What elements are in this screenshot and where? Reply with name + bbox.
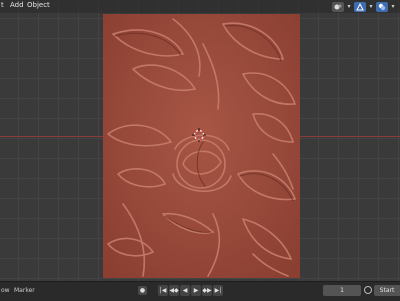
viewport-header: t Add Object ▾ ▾ ▾ xyxy=(0,0,400,13)
jump-to-end-button[interactable]: ▶| xyxy=(213,285,223,296)
overlay-icon[interactable] xyxy=(376,1,388,12)
gizmo-icon[interactable] xyxy=(354,1,366,12)
clock-icon[interactable] xyxy=(364,286,372,294)
play-button[interactable]: ▶ xyxy=(191,285,201,296)
3d-cursor-icon xyxy=(192,128,206,142)
jump-to-next-keyframe-button[interactable]: ◆▶ xyxy=(202,285,212,296)
timeline-marker-menu[interactable]: Marker xyxy=(14,287,35,295)
menu-object[interactable]: Object xyxy=(27,1,50,10)
timeline-view-menu[interactable]: ow xyxy=(1,287,10,295)
3d-viewport[interactable] xyxy=(0,0,400,281)
play-reverse-button[interactable]: ◀ xyxy=(180,285,190,296)
menu-add[interactable]: Add xyxy=(10,1,24,10)
relief-carving-object[interactable] xyxy=(103,14,300,278)
chevron-down-icon[interactable]: ▾ xyxy=(368,3,374,10)
jump-to-start-button[interactable]: |◀ xyxy=(158,285,168,296)
start-frame-field[interactable]: Start xyxy=(374,285,400,296)
shading-object-icon[interactable] xyxy=(332,1,344,12)
playback-controls: |◀ ◀◆ ◀ ▶ ◆▶ ▶| xyxy=(158,285,223,296)
current-frame-field[interactable]: 1 xyxy=(323,285,361,296)
relief-carving-pattern xyxy=(103,14,300,278)
menu-view[interactable]: t xyxy=(1,1,4,10)
chevron-down-icon[interactable]: ▾ xyxy=(346,3,352,10)
header-right-controls: ▾ ▾ ▾ xyxy=(332,1,396,12)
keyframe-dot-icon[interactable]: ● xyxy=(138,286,147,295)
jump-to-prev-keyframe-button[interactable]: ◀◆ xyxy=(169,285,179,296)
chevron-down-icon[interactable]: ▾ xyxy=(390,3,396,10)
timeline-bar: ow Marker ● |◀ ◀◆ ◀ ▶ ◆▶ ▶| 1 Start xyxy=(0,281,400,301)
